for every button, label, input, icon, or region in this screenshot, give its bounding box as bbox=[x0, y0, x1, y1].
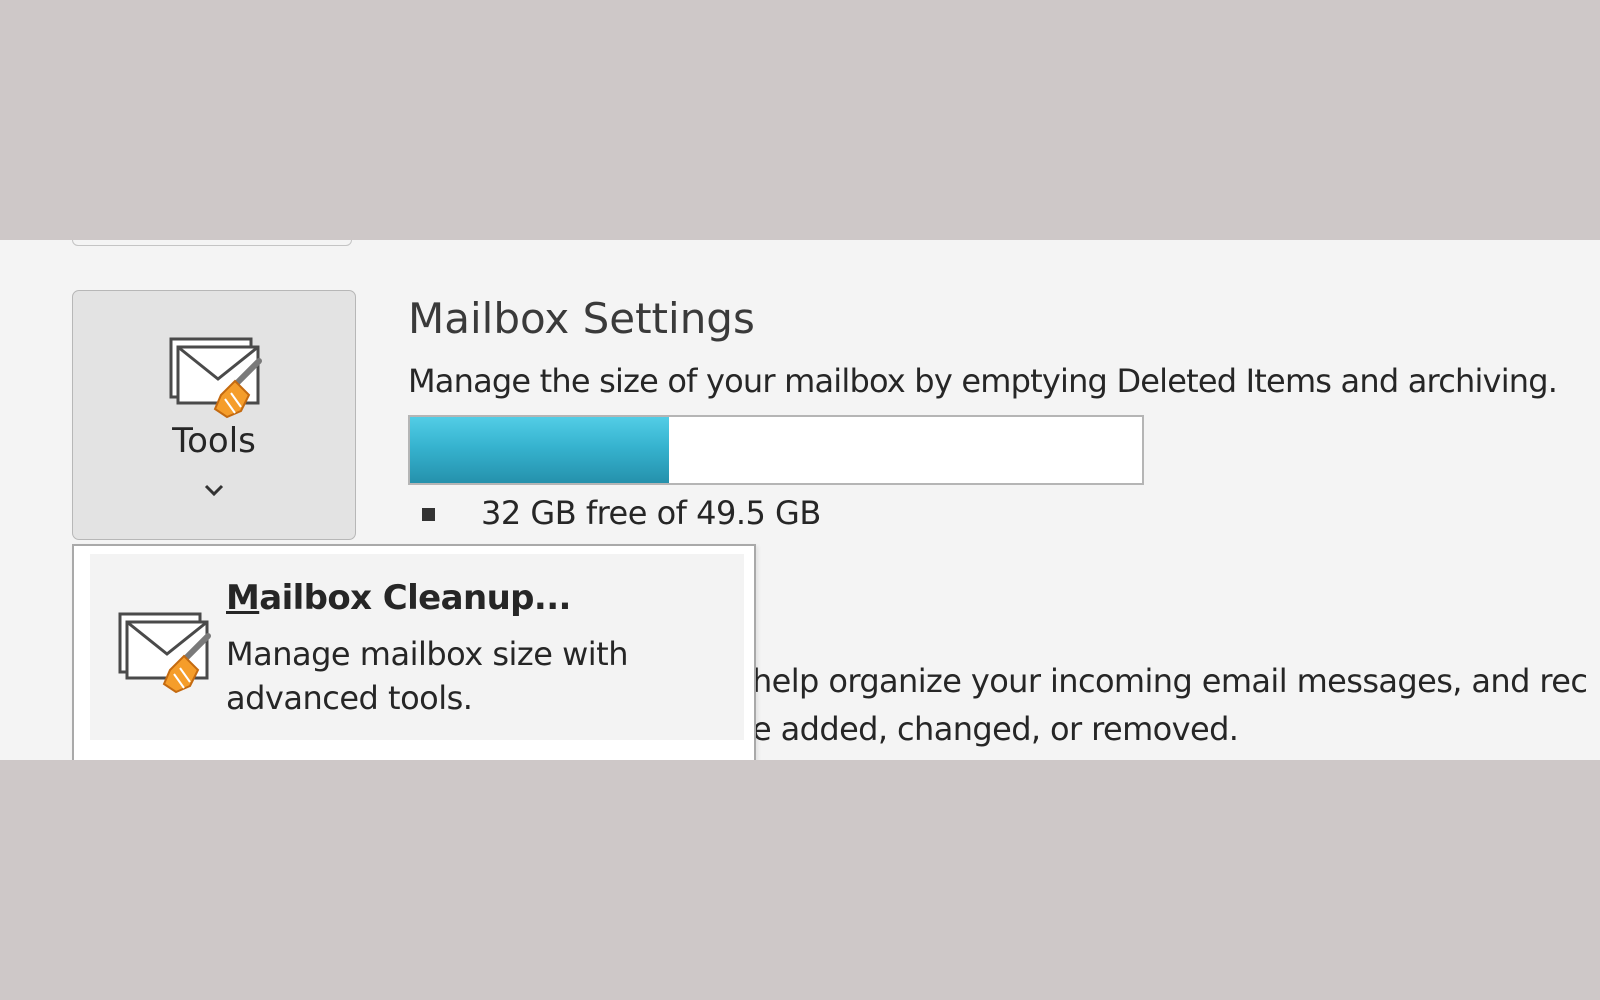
menu-item-title-rest: ailbox Cleanup... bbox=[259, 578, 571, 618]
menu-item-mailbox-cleanup[interactable]: Mailbox Cleanup... Manage mailbox size w… bbox=[90, 554, 744, 740]
mailbox-usage-fill bbox=[410, 417, 670, 483]
menu-item-title: Mailbox Cleanup... bbox=[226, 578, 571, 618]
mail-broom-icon bbox=[118, 612, 211, 694]
mailbox-usage-text: 32 GB free of 49.5 GB bbox=[481, 494, 821, 532]
tools-dropdown-menu: Mailbox Cleanup... Manage mailbox size w… bbox=[72, 544, 756, 760]
mailbox-usage-bar bbox=[408, 415, 1144, 485]
menu-item-description: Manage mailbox size with advanced tools. bbox=[226, 635, 628, 717]
tools-button[interactable]: Tools bbox=[72, 290, 356, 540]
rules-description-line-2: e added, changed, or removed. bbox=[752, 710, 1239, 748]
account-settings-panel: Tools Mailbox Settings Manage the size o… bbox=[0, 240, 1600, 760]
menu-item-accelerator: M bbox=[226, 578, 260, 618]
mailbox-settings-description: Manage the size of your mailbox by empty… bbox=[408, 362, 1558, 400]
tools-label: Tools bbox=[172, 421, 256, 461]
mail-broom-icon bbox=[169, 337, 262, 419]
previous-button-edge[interactable] bbox=[72, 240, 352, 246]
usage-bullet bbox=[422, 508, 435, 521]
mailbox-settings-title: Mailbox Settings bbox=[408, 294, 755, 343]
chevron-down-icon bbox=[204, 484, 224, 497]
rules-description-line-1: help organize your incoming email messag… bbox=[752, 662, 1588, 700]
